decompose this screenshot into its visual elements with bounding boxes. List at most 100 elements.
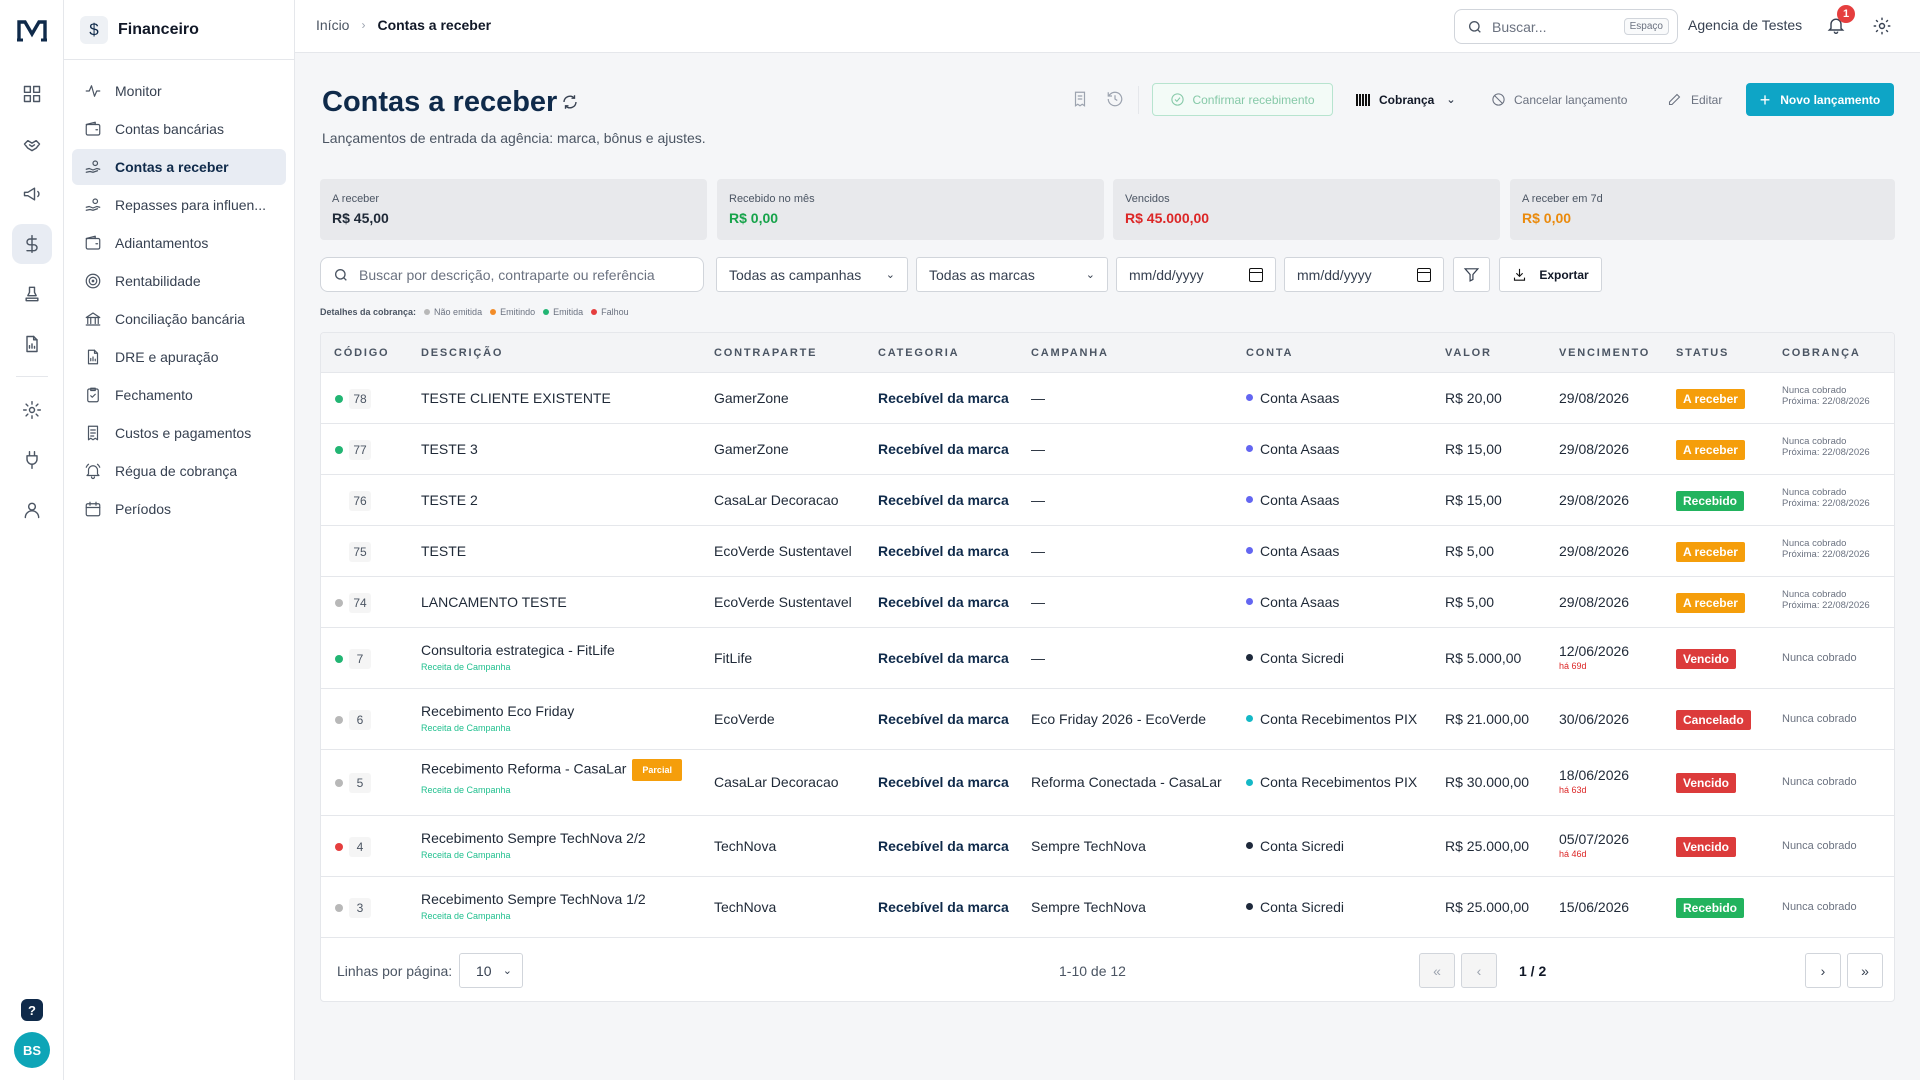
date-to-input[interactable]: mm/dd/yyyy: [1284, 257, 1444, 292]
table-row[interactable]: 7 Consultoria estrategica - FitLife Receit…: [321, 628, 1894, 689]
confirm-receipt-button[interactable]: Confirmar recebimento: [1152, 83, 1333, 116]
row-description[interactable]: TESTE: [421, 543, 466, 559]
row-category[interactable]: Recebível da marca: [878, 441, 1009, 457]
table-row[interactable]: 77 TESTE 3 GamerZone Recebível da marca — Con…: [321, 424, 1894, 475]
row-category[interactable]: Recebível da marca: [878, 899, 1009, 915]
column-header[interactable]: VENCIMENTO: [1559, 347, 1650, 359]
brand-select[interactable]: Todas as marcas ⌄: [916, 257, 1108, 292]
row-description[interactable]: TESTE 3: [421, 441, 478, 457]
table-row[interactable]: 78 TESTE CLIENTE EXISTENTE GamerZone Recebí…: [321, 373, 1894, 424]
column-header[interactable]: VALOR: [1445, 347, 1492, 359]
column-header[interactable]: DESCRIÇÃO: [421, 347, 503, 359]
row-description[interactable]: TESTE 2: [421, 492, 478, 508]
row-code: 75: [349, 541, 371, 562]
prev-page-button[interactable]: ‹: [1461, 953, 1497, 988]
rail-integrations[interactable]: [12, 440, 52, 480]
agency-name[interactable]: Agencia de Testes: [1688, 17, 1802, 33]
row-description[interactable]: Recebimento Sempre TechNova 2/2 Receita d…: [421, 830, 646, 860]
row-category[interactable]: Recebível da marca: [878, 711, 1009, 727]
row-category[interactable]: Recebível da marca: [878, 774, 1009, 790]
row-description[interactable]: LANCAMENTO TESTE: [421, 594, 567, 610]
notifications-button[interactable]: 1: [1826, 5, 1855, 37]
rail-finance[interactable]: [12, 224, 52, 264]
column-header[interactable]: STATUS: [1676, 347, 1729, 359]
help-button[interactable]: ?: [21, 999, 43, 1021]
settings-button[interactable]: [1872, 16, 1892, 40]
row-account: Conta Sicredi: [1246, 899, 1344, 915]
edit-button[interactable]: Editar: [1667, 83, 1722, 116]
sidebar-item-contas-bancarias[interactable]: Contas bancárias: [72, 111, 286, 147]
rail-approvals[interactable]: [12, 274, 52, 314]
rail-dashboard[interactable]: [12, 74, 52, 114]
row-category[interactable]: Recebível da marca: [878, 594, 1009, 610]
column-header[interactable]: CATEGORIA: [878, 347, 959, 359]
column-header[interactable]: CÓDIGO: [334, 347, 389, 359]
receipt-button[interactable]: [1071, 90, 1089, 112]
global-search[interactable]: Buscar... Espaço: [1454, 9, 1678, 44]
rail-settings[interactable]: [12, 390, 52, 430]
row-category[interactable]: Recebível da marca: [878, 492, 1009, 508]
sidebar-item-monitor[interactable]: Monitor: [72, 73, 286, 109]
row-category[interactable]: Recebível da marca: [878, 390, 1009, 406]
row-category[interactable]: Recebível da marca: [878, 543, 1009, 559]
breadcrumb-home[interactable]: Início: [316, 17, 349, 33]
sidebar-item-dre-e-apuracao[interactable]: DRE e apuração: [72, 339, 286, 375]
sidebar-item-rentabilidade[interactable]: Rentabilidade: [72, 263, 286, 299]
column-header[interactable]: CAMPANHA: [1031, 347, 1109, 359]
rail-reports[interactable]: [12, 324, 52, 364]
row-category[interactable]: Recebível da marca: [878, 650, 1009, 666]
row-description[interactable]: Consultoria estrategica - FitLife Receita…: [421, 642, 615, 672]
cobranca-dropdown[interactable]: Cobrança ⌄: [1356, 83, 1456, 116]
rows-per-page-select[interactable]: 10 ⌄: [459, 953, 523, 988]
row-billing: Nunca cobrado Próxima: 22/08/2026: [1782, 436, 1870, 459]
column-header[interactable]: CONTA: [1246, 347, 1293, 359]
sidebar-item-adiantamentos[interactable]: Adiantamentos: [72, 225, 286, 261]
rail-campaigns[interactable]: [12, 174, 52, 214]
sidebar-item-custos-e-pagamentos[interactable]: Custos e pagamentos: [72, 415, 286, 451]
app-logo[interactable]: [15, 14, 49, 48]
next-page-button[interactable]: ›: [1805, 953, 1841, 988]
row-description[interactable]: Recebimento Reforma - CasaLar Parcial Rece…: [421, 759, 682, 795]
sidebar-item-contas-a-receber[interactable]: Contas a receber: [72, 149, 286, 185]
row-description[interactable]: TESTE CLIENTE EXISTENTE: [421, 390, 611, 406]
calendar-icon[interactable]: [1417, 267, 1431, 282]
sidebar-item-regua-de-cobranca[interactable]: Régua de cobrança: [72, 453, 286, 489]
rail-partners[interactable]: [12, 124, 52, 164]
row-description[interactable]: Recebimento Eco Friday Receita de Campanh…: [421, 703, 574, 733]
table-row[interactable]: 74 LANCAMENTO TESTE EcoVerde Sustentavel Re…: [321, 577, 1894, 628]
cancel-entry-button[interactable]: Cancelar lançamento: [1491, 83, 1627, 116]
last-page-button[interactable]: »: [1847, 953, 1883, 988]
column-header[interactable]: COBRANÇA: [1782, 347, 1861, 359]
table-row[interactable]: 6 Recebimento Eco Friday Receita de Campan…: [321, 689, 1894, 750]
row-description-sub: Receita de Campanha: [421, 722, 511, 733]
export-button[interactable]: Exportar: [1499, 257, 1602, 292]
row-category[interactable]: Recebível da marca: [878, 838, 1009, 854]
sidebar-item-conciliacao-bancaria[interactable]: Conciliação bancária: [72, 301, 286, 337]
row-due: 30/06/2026: [1559, 711, 1629, 727]
rail-users[interactable]: [12, 490, 52, 530]
table-row[interactable]: 3 Recebimento Sempre TechNova 1/2 Receita …: [321, 877, 1894, 938]
table-row[interactable]: 76 TESTE 2 CasaLar Decoracao Recebível da m…: [321, 475, 1894, 526]
row-description[interactable]: Recebimento Sempre TechNova 1/2 Receita d…: [421, 891, 646, 921]
calendar-icon[interactable]: [1249, 267, 1263, 282]
new-entry-button[interactable]: + Novo lançamento: [1746, 83, 1894, 116]
breadcrumb: Início › Contas a receber: [316, 17, 491, 33]
filter-search-input[interactable]: Buscar por descrição, contraparte ou ref…: [320, 257, 704, 292]
history-button[interactable]: [1106, 90, 1124, 112]
legend-label: Emitida: [553, 307, 584, 317]
column-header[interactable]: CONTRAPARTE: [714, 347, 817, 359]
row-due-date: 29/08/2026: [1559, 542, 1630, 559]
refresh-button[interactable]: [561, 93, 579, 115]
first-page-button[interactable]: «: [1419, 953, 1455, 988]
wallet-icon: [85, 235, 101, 250]
campaign-select[interactable]: Todas as campanhas ⌄: [716, 257, 908, 292]
filter-button[interactable]: [1453, 257, 1490, 292]
table-row[interactable]: 75 TESTE EcoVerde Sustentavel Recebível da …: [321, 526, 1894, 577]
table-row[interactable]: 5 Recebimento Reforma - CasaLar Parcial Rec…: [321, 750, 1894, 816]
date-from-input[interactable]: mm/dd/yyyy: [1116, 257, 1276, 292]
table-row[interactable]: 4 Recebimento Sempre TechNova 2/2 Receita …: [321, 816, 1894, 877]
sidebar-item-periodos[interactable]: Períodos: [72, 491, 286, 527]
avatar[interactable]: BS: [14, 1032, 50, 1068]
sidebar-item-fechamento[interactable]: Fechamento: [72, 377, 286, 413]
sidebar-item-repasses-para-influen[interactable]: Repasses para influen...: [72, 187, 286, 223]
